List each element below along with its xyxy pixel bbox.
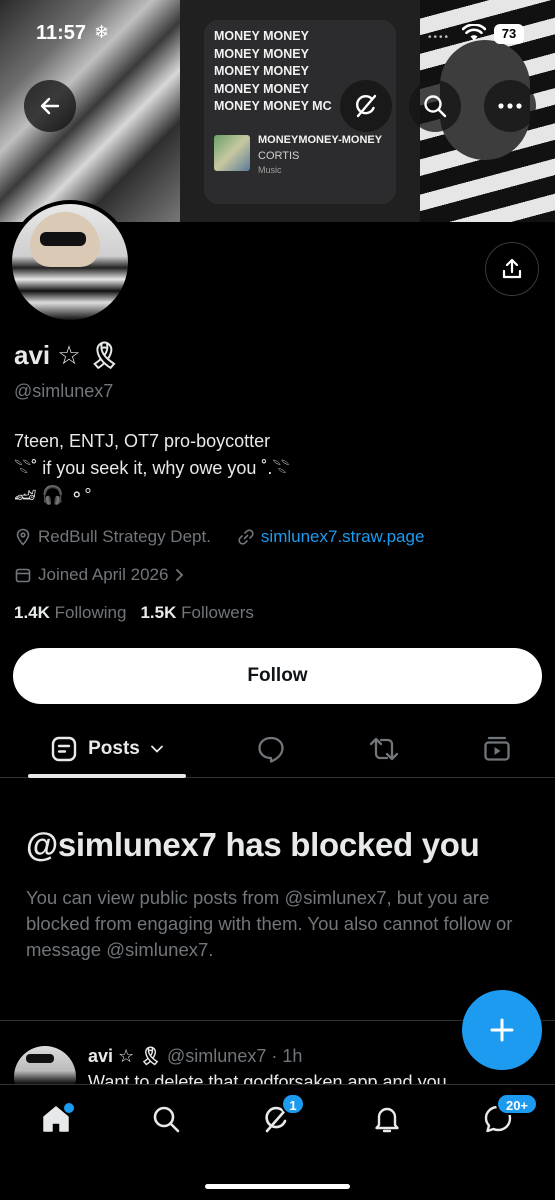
nav-messages[interactable]: 20+	[478, 1093, 538, 1139]
profile-website-link[interactable]: simlunex7.straw.page	[261, 527, 424, 547]
followers-link[interactable]: 1.5K Followers	[140, 603, 253, 623]
snowflake-icon: ❄	[94, 22, 110, 42]
battery-indicator: 73	[494, 24, 524, 44]
blocked-description: You can view public posts from @simlunex…	[26, 887, 513, 960]
posts-icon	[51, 736, 77, 762]
track-source: Music	[258, 164, 382, 176]
profile-avatar[interactable]	[8, 200, 132, 324]
grok-icon	[355, 94, 377, 118]
nav-notifications[interactable]	[367, 1099, 407, 1139]
nav-search[interactable]	[146, 1099, 186, 1139]
location-pin-icon	[16, 528, 30, 546]
follow-button[interactable]: Follow	[13, 648, 542, 704]
search-icon	[153, 1106, 180, 1133]
media-icon	[484, 736, 510, 761]
messages-badge: 20+	[496, 1093, 538, 1115]
chevron-right-icon	[176, 569, 184, 581]
active-tab-indicator	[28, 774, 186, 778]
followers-count: 1.5K	[140, 603, 177, 622]
post-author-name[interactable]: avi ☆ 🎗	[88, 1046, 162, 1066]
plus-icon	[490, 1018, 514, 1042]
track-source-label: Music	[258, 165, 282, 175]
arrow-left-icon	[40, 97, 60, 115]
followers-label: Followers	[181, 603, 254, 622]
share-button[interactable]	[485, 242, 539, 296]
compose-button[interactable]	[462, 990, 542, 1070]
post-header: avi ☆ 🎗 @simlunex7 · 1h	[88, 1046, 302, 1067]
post-text[interactable]: Want to delete that godforsaken app and …	[88, 1072, 528, 1084]
profile-location: RedBull Strategy Dept.	[38, 527, 211, 546]
post-meta: @simlunex7 · 1h	[167, 1046, 303, 1066]
reply-bubble-icon	[258, 736, 284, 763]
follow-stats: 1.4K Following 1.5K Followers	[14, 603, 254, 623]
joined-row[interactable]: Joined April 2026	[14, 565, 186, 585]
more-horizontal-icon	[498, 103, 522, 109]
signal-dots-icon: ••••	[428, 32, 451, 43]
profile-handle: @simlunex7	[14, 381, 114, 401]
nav-home[interactable]	[36, 1099, 76, 1139]
track-artist: CORTIS	[258, 150, 300, 162]
blocked-title: @simlunex7 has blocked you	[26, 826, 480, 863]
album-art	[214, 135, 250, 171]
profile-meta: RedBull Strategy Dept. simlunex7.straw.p…	[14, 527, 424, 547]
calendar-icon	[15, 568, 31, 583]
profile-name: avi ☆ 🎗	[14, 340, 121, 370]
wifi-icon	[461, 23, 487, 47]
status-time: 11:57	[36, 22, 87, 44]
bell-icon	[375, 1107, 399, 1133]
tab-media[interactable]	[480, 732, 514, 766]
bottom-navigation: 1 20+	[0, 1084, 555, 1200]
tab-posts[interactable]: Posts	[28, 720, 186, 778]
chevron-down-icon	[150, 745, 163, 753]
status-bar: 11:57 ❄ •••• 73	[0, 0, 555, 70]
following-label: Following	[54, 603, 127, 622]
tab-reposts[interactable]	[367, 732, 401, 766]
search-icon	[424, 95, 447, 118]
following-link[interactable]: 1.4K Following	[14, 603, 126, 623]
repost-icon	[369, 737, 399, 761]
search-button[interactable]	[409, 80, 461, 132]
back-button[interactable]	[24, 80, 76, 132]
profile-bio: 7teen, ENTJ, OT7 pro-boycotter 𓇢˚ if you…	[14, 431, 290, 505]
home-notification-dot	[64, 1103, 74, 1113]
link-icon	[238, 529, 254, 545]
following-count: 1.4K	[14, 603, 50, 622]
tab-posts-label: Posts	[88, 738, 140, 759]
more-options-button[interactable]	[484, 80, 536, 132]
share-icon	[502, 258, 522, 279]
joined-date: Joined April 2026	[38, 565, 169, 584]
profile-tabs: Posts	[0, 720, 555, 778]
home-indicator	[205, 1184, 350, 1189]
avatar-image	[12, 204, 128, 320]
grok-badge: 1	[281, 1093, 305, 1115]
grok-button[interactable]	[340, 80, 392, 132]
music-track: MONEYMONEY-MONEY CORTIS Music	[214, 133, 386, 193]
track-title: MONEYMONEY-MONEY	[258, 134, 383, 146]
nav-grok[interactable]: 1	[257, 1093, 305, 1139]
tab-replies[interactable]	[254, 732, 288, 766]
